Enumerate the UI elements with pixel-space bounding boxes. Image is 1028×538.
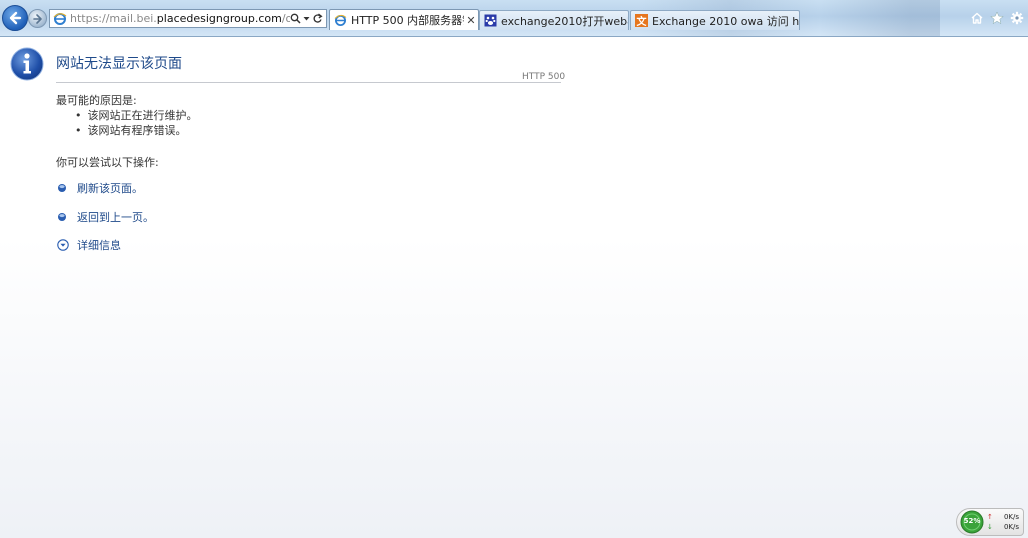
action-label[interactable]: 详细信息 [77, 237, 121, 253]
baidu-icon [484, 14, 497, 27]
download-arrow-icon: ↓ [987, 523, 993, 531]
action-label[interactable]: 刷新该页面。 [77, 180, 143, 196]
tab-exchange2010-baidu[interactable]: exchange2010打开web客户... [479, 10, 629, 30]
close-icon[interactable]: ✕ [464, 14, 478, 27]
wenku-icon: 文 [635, 14, 648, 28]
go-back-link[interactable]: 返回到上一页。 [57, 209, 154, 225]
refresh-page-link[interactable]: 刷新该页面。 [57, 180, 143, 196]
http-status-code: HTTP 500 [522, 72, 566, 82]
search-icon[interactable] [290, 13, 301, 24]
tools-gear-icon[interactable] [1009, 10, 1024, 25]
reasons-list: 该网站正在进行维护。 该网站有程序错误。 [75, 108, 198, 138]
tab-exchange2010-owa[interactable]: 文 Exchange 2010 owa 访问 htt... [630, 10, 800, 30]
download-speed: 0K/s [1003, 523, 1019, 531]
browser-toolbar: https://mail.bei.placedesigngroup.com/ow… [0, 0, 1028, 37]
arrow-right-icon [32, 13, 42, 24]
expand-chevron-icon[interactable] [57, 239, 69, 251]
actions-heading: 你可以尝试以下操作: [56, 156, 159, 169]
tab-title: HTTP 500 内部服务器错误 [351, 14, 464, 27]
bullet-icon [58, 213, 66, 221]
network-speed-widget[interactable]: 52% ↑ ↓ 0K/s 0K/s [956, 508, 1024, 536]
ie-page-icon [53, 12, 67, 25]
upload-arrow-icon: ↑ [987, 513, 993, 521]
favorites-star-icon[interactable] [989, 10, 1004, 25]
tab-http-500[interactable]: HTTP 500 内部服务器错误 ✕ [329, 9, 479, 30]
url-text[interactable]: https://mail.bei.placedesigngroup.com/ow… [70, 12, 290, 25]
reasons-heading: 最可能的原因是: [56, 94, 137, 107]
list-item: 该网站正在进行维护。 [75, 108, 198, 123]
dropdown-arrow-icon[interactable] [303, 15, 310, 22]
tab-title: Exchange 2010 owa 访问 htt... [652, 14, 799, 28]
ie-page-icon [334, 14, 347, 27]
url-domain: placedesigngroup.com [156, 12, 282, 25]
action-label[interactable]: 返回到上一页。 [77, 209, 154, 225]
title-divider [56, 82, 561, 83]
refresh-icon[interactable] [312, 13, 323, 24]
address-bar[interactable]: https://mail.bei.placedesigngroup.com/ow… [49, 9, 327, 28]
arrow-left-icon [9, 11, 22, 25]
more-information-link[interactable]: 详细信息 [57, 237, 121, 253]
url-path: /owa/auth. [281, 12, 290, 25]
url-prefix: https://mail.bei. [70, 12, 157, 25]
usage-percent: 52% [963, 517, 981, 525]
back-button[interactable] [2, 5, 28, 31]
home-icon[interactable] [969, 10, 984, 25]
list-item: 该网站有程序错误。 [75, 123, 198, 138]
info-icon [10, 47, 44, 81]
tab-title: exchange2010打开web客户... [501, 14, 628, 28]
bullet-icon [58, 184, 66, 192]
forward-button[interactable] [28, 9, 47, 28]
error-page: 网站无法显示该页面 HTTP 500 最可能的原因是: 该网站正在进行维护。 该… [0, 37, 1028, 538]
upload-speed: 0K/s [1003, 513, 1019, 521]
page-title: 网站无法显示该页面 [56, 56, 182, 72]
